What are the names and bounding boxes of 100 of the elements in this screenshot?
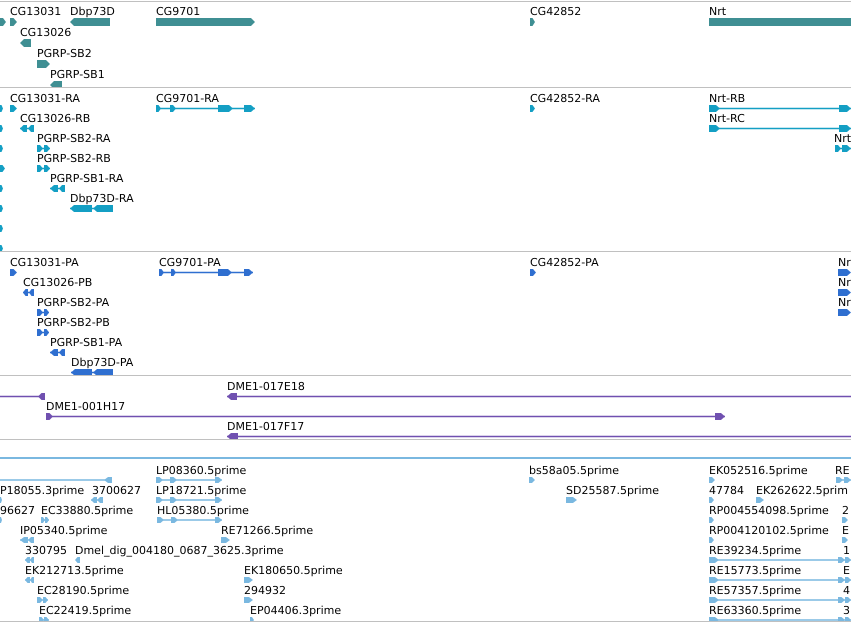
feature-arrow[interactable] [10, 269, 17, 276]
feature-label: Nr [838, 277, 851, 288]
transcript-drawing[interactable] [37, 329, 49, 336]
feature-label: CG9701-PA [159, 257, 221, 268]
feature-arrow[interactable] [0, 145, 3, 152]
transcript-drawing[interactable] [50, 349, 65, 356]
feature-label: PGRP-SB1 [50, 69, 105, 80]
feature-label: EK212713.5prime [25, 565, 124, 576]
feature-label: CG13031 [10, 6, 62, 17]
feature-label: 47784 [709, 485, 744, 496]
feature-arrow[interactable] [0, 105, 3, 112]
feature-label: Dbp73D-RA [70, 193, 134, 204]
feature-label: LP08360.5prime [156, 465, 246, 476]
feature-arrow[interactable] [530, 269, 536, 276]
transcript-drawing[interactable] [709, 125, 851, 132]
feature-arrow[interactable] [75, 557, 80, 563]
transcript-drawing[interactable] [156, 105, 255, 112]
transcript-drawing[interactable] [23, 289, 34, 296]
feature-label: 294932 [244, 585, 286, 596]
feature-arrow[interactable] [0, 517, 2, 523]
transcript-drawing[interactable] [227, 433, 851, 439]
feature-label: IP05340.5prime [20, 525, 108, 536]
feature-arrow[interactable] [244, 597, 253, 603]
feature-label: LP18721.5prime [156, 485, 246, 496]
transcript-drawing[interactable] [37, 309, 49, 316]
feature-label: 1 [843, 545, 850, 556]
feature-arrow[interactable] [0, 205, 3, 212]
feature-label: EC33880.5prime [41, 505, 134, 516]
feature-label: Dbp73D-PA [71, 357, 134, 368]
feature-label: PGRP-SB1-RA [50, 173, 124, 184]
feature-arrow[interactable] [566, 497, 577, 503]
transcript-drawing[interactable] [0, 393, 45, 400]
feature-arrow[interactable] [0, 125, 3, 132]
feature-label: CG42852-PA [530, 257, 599, 268]
feature-arrow[interactable] [842, 537, 848, 543]
feature-label: CG42852 [530, 6, 582, 17]
feature-label: RE39234.5prime [709, 545, 802, 556]
feature-label: 96627 [0, 505, 35, 516]
feature-arrow[interactable] [0, 185, 3, 192]
transcript-drawing[interactable] [37, 165, 50, 172]
feature-label: PGRP-SB2-PB [37, 317, 110, 328]
feature-label: Nr [838, 257, 851, 268]
feature-label: Nrt-RC [709, 113, 745, 124]
feature-label: PGRP-SB2 [37, 48, 92, 59]
feature-arrow[interactable] [838, 289, 851, 296]
feature-arrow[interactable] [838, 309, 851, 316]
feature-label: CG13026 [20, 27, 72, 38]
feature-label: Nrt-RB [709, 93, 746, 104]
feature-label: EC22419.5prime [39, 605, 132, 616]
feature-label: HL05380.5prime [157, 505, 249, 516]
feature-arrow[interactable] [709, 477, 715, 483]
feature-label: DME1-001H17 [46, 401, 126, 412]
feature-label: CG13031-PA [10, 257, 79, 268]
feature-label: EK052516.5prime [709, 465, 808, 476]
feature-label: Nrt [834, 133, 851, 144]
feature-label: bs58a05.5prime [529, 465, 619, 476]
transcript-drawing[interactable] [70, 205, 113, 212]
feature-label: CG9701-RA [156, 93, 219, 104]
feature-label: CG9701 [156, 6, 200, 17]
feature-arrow[interactable] [0, 165, 5, 172]
feature-arrow[interactable] [842, 517, 848, 523]
feature-arrow[interactable] [70, 18, 110, 26]
feature-arrow[interactable] [530, 105, 535, 112]
feature-label: RE63360.5prime [709, 605, 802, 616]
transcript-drawing[interactable] [20, 125, 34, 132]
feature-arrow[interactable] [529, 477, 535, 483]
feature-label: SD25587.5prime [566, 485, 659, 496]
transcript-drawing[interactable] [159, 269, 253, 276]
feature-arrow[interactable] [756, 497, 764, 503]
transcript-drawing[interactable] [37, 145, 50, 152]
feature-arrow[interactable] [37, 60, 50, 68]
feature-arrow[interactable] [0, 245, 3, 251]
feature-label: PGRP-SB2-RB [37, 153, 111, 164]
feature-arrow[interactable] [20, 39, 31, 47]
feature-label: P18055.3prime [0, 485, 84, 496]
feature-arrow[interactable] [50, 81, 62, 87]
feature-arrow[interactable] [0, 225, 3, 232]
transcript-drawing[interactable] [227, 393, 851, 400]
feature-arrow[interactable] [10, 18, 17, 26]
transcript-drawing[interactable] [71, 369, 113, 375]
transcript-drawing[interactable] [50, 185, 65, 192]
feature-arrow[interactable] [838, 269, 851, 276]
feature-label: 3 [843, 605, 850, 616]
feature-label: Nrt [709, 6, 726, 17]
feature-arrow[interactable] [709, 537, 714, 543]
feature-label: RP004554098.5prime [709, 505, 829, 516]
feature-arrow[interactable] [709, 517, 714, 523]
feature-label: DME1-017F17 [227, 421, 304, 432]
feature-arrow[interactable] [10, 105, 17, 112]
transcript-drawing[interactable] [709, 105, 851, 112]
feature-label: RE15773.5prime [709, 565, 802, 576]
feature-arrow[interactable] [221, 537, 230, 543]
feature-arrow[interactable] [0, 497, 2, 503]
transcript-drawing[interactable] [46, 413, 725, 420]
feature-arrow[interactable] [530, 18, 535, 26]
feature-arrow[interactable] [244, 577, 253, 583]
feature-label: PGRP-SB1-PA [50, 337, 122, 348]
transcript-drawing[interactable] [835, 145, 851, 152]
feature-arrow[interactable] [0, 18, 6, 26]
feature-arrow[interactable] [709, 497, 714, 503]
